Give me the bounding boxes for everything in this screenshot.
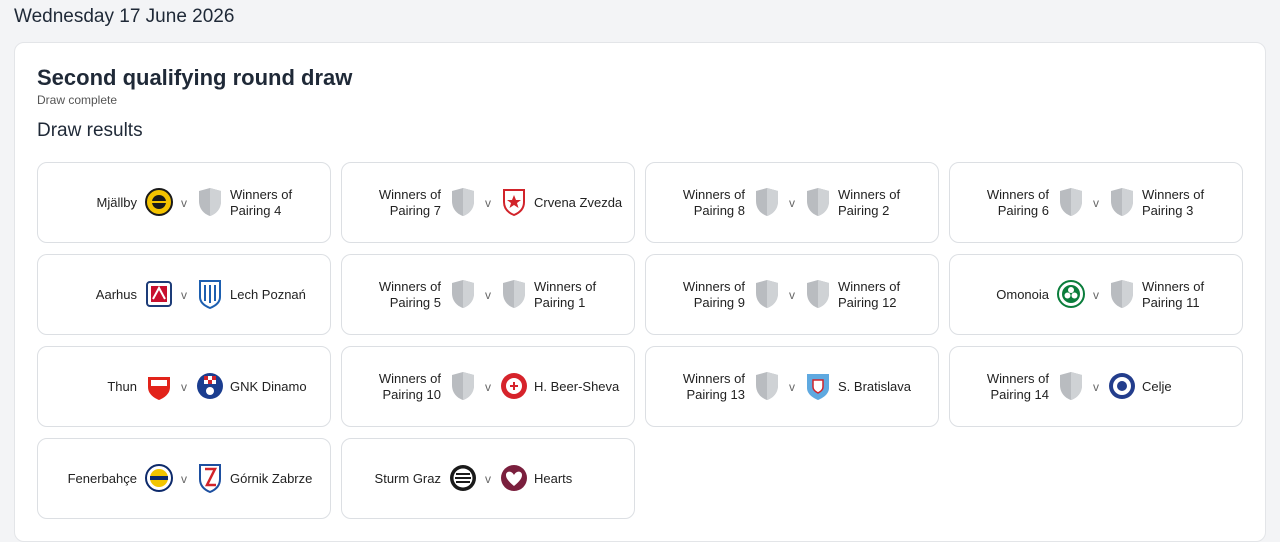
page-title: Second qualifying round draw — [37, 65, 353, 90]
away-team-name: Winners of Pairing 12 — [838, 278, 901, 310]
versus-label: v — [485, 287, 491, 302]
hearts-crest-icon — [499, 463, 529, 493]
versus-label: v — [1093, 379, 1099, 394]
home-team-name: Aarhus — [95, 286, 137, 302]
fixture-tile[interactable]: Winners of Pairing 8 v Winners of Pairing … — [645, 162, 939, 243]
bratislava-crest-icon — [803, 371, 833, 401]
placeholder-shield-icon — [448, 371, 478, 401]
away-team-name: Lech Poznań — [230, 286, 306, 302]
placeholder-shield-icon — [1107, 279, 1137, 309]
placeholder-shield-icon — [448, 187, 478, 217]
date-heading: Wednesday 17 June 2026 — [14, 6, 235, 27]
mjallby-crest-icon — [144, 187, 174, 217]
draw-status: Draw complete — [37, 93, 118, 107]
section-heading: Draw results — [37, 120, 143, 141]
placeholder-shield-icon — [803, 187, 833, 217]
versus-label: v — [485, 195, 491, 210]
fixture-tile[interactable]: Winners of Pairing 14 v Celje — [949, 346, 1243, 427]
away-team-name: H. Beer-Sheva — [534, 378, 620, 394]
away-team-name: Górnik Zabrze — [230, 470, 313, 486]
beer-sheva-crest-icon — [499, 371, 529, 401]
thun-crest-icon — [144, 371, 174, 401]
home-team-name: Winners of Pairing 6 — [986, 186, 1049, 218]
home-team-name: Winners of Pairing 10 — [378, 370, 441, 402]
placeholder-shield-icon — [1056, 187, 1086, 217]
away-team-name: Winners of Pairing 11 — [1142, 278, 1205, 310]
away-team-name: Celje — [1142, 378, 1172, 394]
placeholder-shield-icon — [499, 279, 529, 309]
fixture-tile[interactable]: Omonoia v Winners of Pairing 11 — [949, 254, 1243, 335]
fenerbahce-crest-icon — [144, 463, 174, 493]
versus-label: v — [789, 287, 795, 302]
dinamo-crest-icon — [195, 371, 225, 401]
fixture-tile[interactable]: Thun v GNK Dinamo — [37, 346, 331, 427]
home-team-name: Omonoia — [996, 286, 1049, 302]
draw-card: Second qualifying round draw Draw comple… — [14, 42, 1266, 542]
placeholder-shield-icon — [803, 279, 833, 309]
fixture-tile[interactable]: Winners of Pairing 13 v S. Bratislava — [645, 346, 939, 427]
versus-label: v — [485, 379, 491, 394]
home-team-name: Winners of Pairing 8 — [682, 186, 745, 218]
versus-label: v — [181, 379, 187, 394]
home-team-name: Winners of Pairing 7 — [378, 186, 441, 218]
aarhus-crest-icon — [144, 279, 174, 309]
away-team-name: Winners of Pairing 3 — [1142, 186, 1205, 218]
versus-label: v — [789, 195, 795, 210]
placeholder-shield-icon — [752, 371, 782, 401]
placeholder-shield-icon — [752, 187, 782, 217]
fixture-tile[interactable]: Winners of Pairing 7 v Crvena Zvezda — [341, 162, 635, 243]
home-team-name: Winners of Pairing 14 — [986, 370, 1049, 402]
away-team-name: Winners of Pairing 4 — [230, 186, 293, 218]
omonoia-crest-icon — [1056, 279, 1086, 309]
celje-crest-icon — [1107, 371, 1137, 401]
home-team-name: Winners of Pairing 13 — [682, 370, 745, 402]
away-team-name: Crvena Zvezda — [534, 194, 623, 210]
away-team-name: Winners of Pairing 2 — [838, 186, 901, 218]
home-team-name: Winners of Pairing 9 — [682, 278, 745, 310]
home-team-name: Sturm Graz — [374, 470, 441, 486]
versus-label: v — [485, 471, 491, 486]
home-team-name: Winners of Pairing 5 — [378, 278, 441, 310]
lech-poznan-crest-icon — [195, 279, 225, 309]
home-team-name: Mjällby — [96, 194, 137, 210]
fixture-tile[interactable]: Sturm Graz v Hearts — [341, 438, 635, 519]
placeholder-shield-icon — [1056, 371, 1086, 401]
placeholder-shield-icon — [752, 279, 782, 309]
fixture-tile[interactable]: Mjällby v Winners of Pairing 4 — [37, 162, 331, 243]
fixture-tile[interactable]: Winners of Pairing 5 v Winners of Pairing … — [341, 254, 635, 335]
away-team-name: GNK Dinamo — [230, 378, 307, 394]
placeholder-shield-icon — [195, 187, 225, 217]
fixture-tile[interactable]: Winners of Pairing 10 v H. Beer-Sheva — [341, 346, 635, 427]
away-team-name: Winners of Pairing 1 — [534, 278, 597, 310]
home-team-name: Thun — [107, 378, 137, 394]
versus-label: v — [1093, 195, 1099, 210]
sturm-graz-crest-icon — [448, 463, 478, 493]
crvena-zvezda-crest-icon — [499, 187, 529, 217]
fixture-tile[interactable]: Winners of Pairing 9 v Winners of Pairing … — [645, 254, 939, 335]
gornik-crest-icon — [195, 463, 225, 493]
fixture-tile[interactable]: Fenerbahçe v Górnik Zabrze — [37, 438, 331, 519]
versus-label: v — [181, 287, 187, 302]
away-team-name: Hearts — [534, 470, 573, 486]
home-team-name: Fenerbahçe — [67, 470, 137, 486]
fixture-tile[interactable]: Aarhus v Lech Poznań — [37, 254, 331, 335]
versus-label: v — [181, 471, 187, 486]
placeholder-shield-icon — [1107, 187, 1137, 217]
placeholder-shield-icon — [448, 279, 478, 309]
fixture-tile[interactable]: Winners of Pairing 6 v Winners of Pairing … — [949, 162, 1243, 243]
versus-label: v — [1093, 287, 1099, 302]
away-team-name: S. Bratislava — [838, 378, 911, 394]
versus-label: v — [789, 379, 795, 394]
versus-label: v — [181, 195, 187, 210]
